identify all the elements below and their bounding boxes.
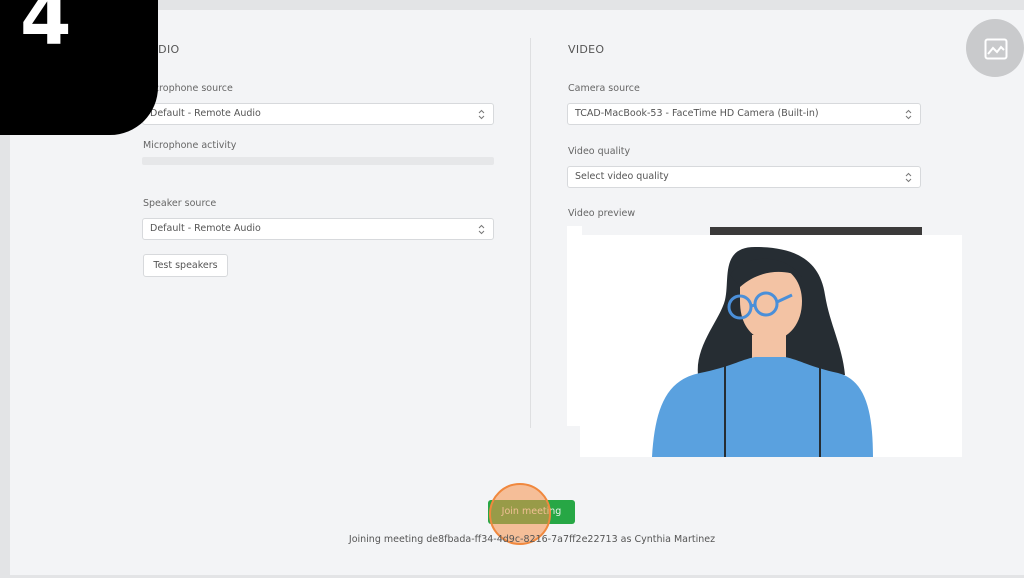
video-quality-value: Select video quality (575, 171, 669, 182)
video-preview (580, 235, 962, 457)
image-edit-button[interactable] (966, 19, 1024, 77)
video-preview-label: Video preview (568, 208, 636, 219)
chevron-up-down-icon (478, 109, 485, 120)
microphone-source-value: Default - Remote Audio (150, 108, 261, 119)
video-section-title: VIDEO (568, 43, 605, 56)
chevron-up-down-icon (478, 224, 485, 235)
camera-source-value: TCAD-MacBook-53 - FaceTime HD Camera (Bu… (575, 108, 819, 119)
camera-source-select[interactable]: TCAD-MacBook-53 - FaceTime HD Camera (Bu… (567, 103, 921, 125)
step-number: 4 (20, 0, 72, 62)
speaker-source-label: Speaker source (143, 198, 217, 209)
join-meeting-button[interactable]: Join meeting (488, 500, 575, 524)
camera-source-label: Camera source (568, 83, 640, 94)
microphone-source-select[interactable]: Default - Remote Audio (142, 103, 494, 125)
image-edit-icon (984, 38, 1008, 60)
video-quality-label: Video quality (568, 146, 631, 157)
speaker-source-value: Default - Remote Audio (150, 223, 261, 234)
microphone-activity-meter (142, 157, 494, 165)
person-illustration (652, 247, 873, 457)
video-preview-strip (710, 227, 922, 235)
speaker-source-select[interactable]: Default - Remote Audio (142, 218, 494, 240)
step-badge: 4 (0, 0, 158, 135)
test-speakers-button[interactable]: Test speakers (143, 254, 228, 277)
column-divider (530, 38, 531, 428)
joining-status-text: Joining meeting de8fbada-ff34-4d9c-8216-… (348, 534, 716, 545)
microphone-activity-label: Microphone activity (143, 140, 237, 151)
video-quality-select[interactable]: Select video quality (567, 166, 921, 188)
chevron-up-down-icon (905, 109, 912, 120)
chevron-up-down-icon (905, 172, 912, 183)
